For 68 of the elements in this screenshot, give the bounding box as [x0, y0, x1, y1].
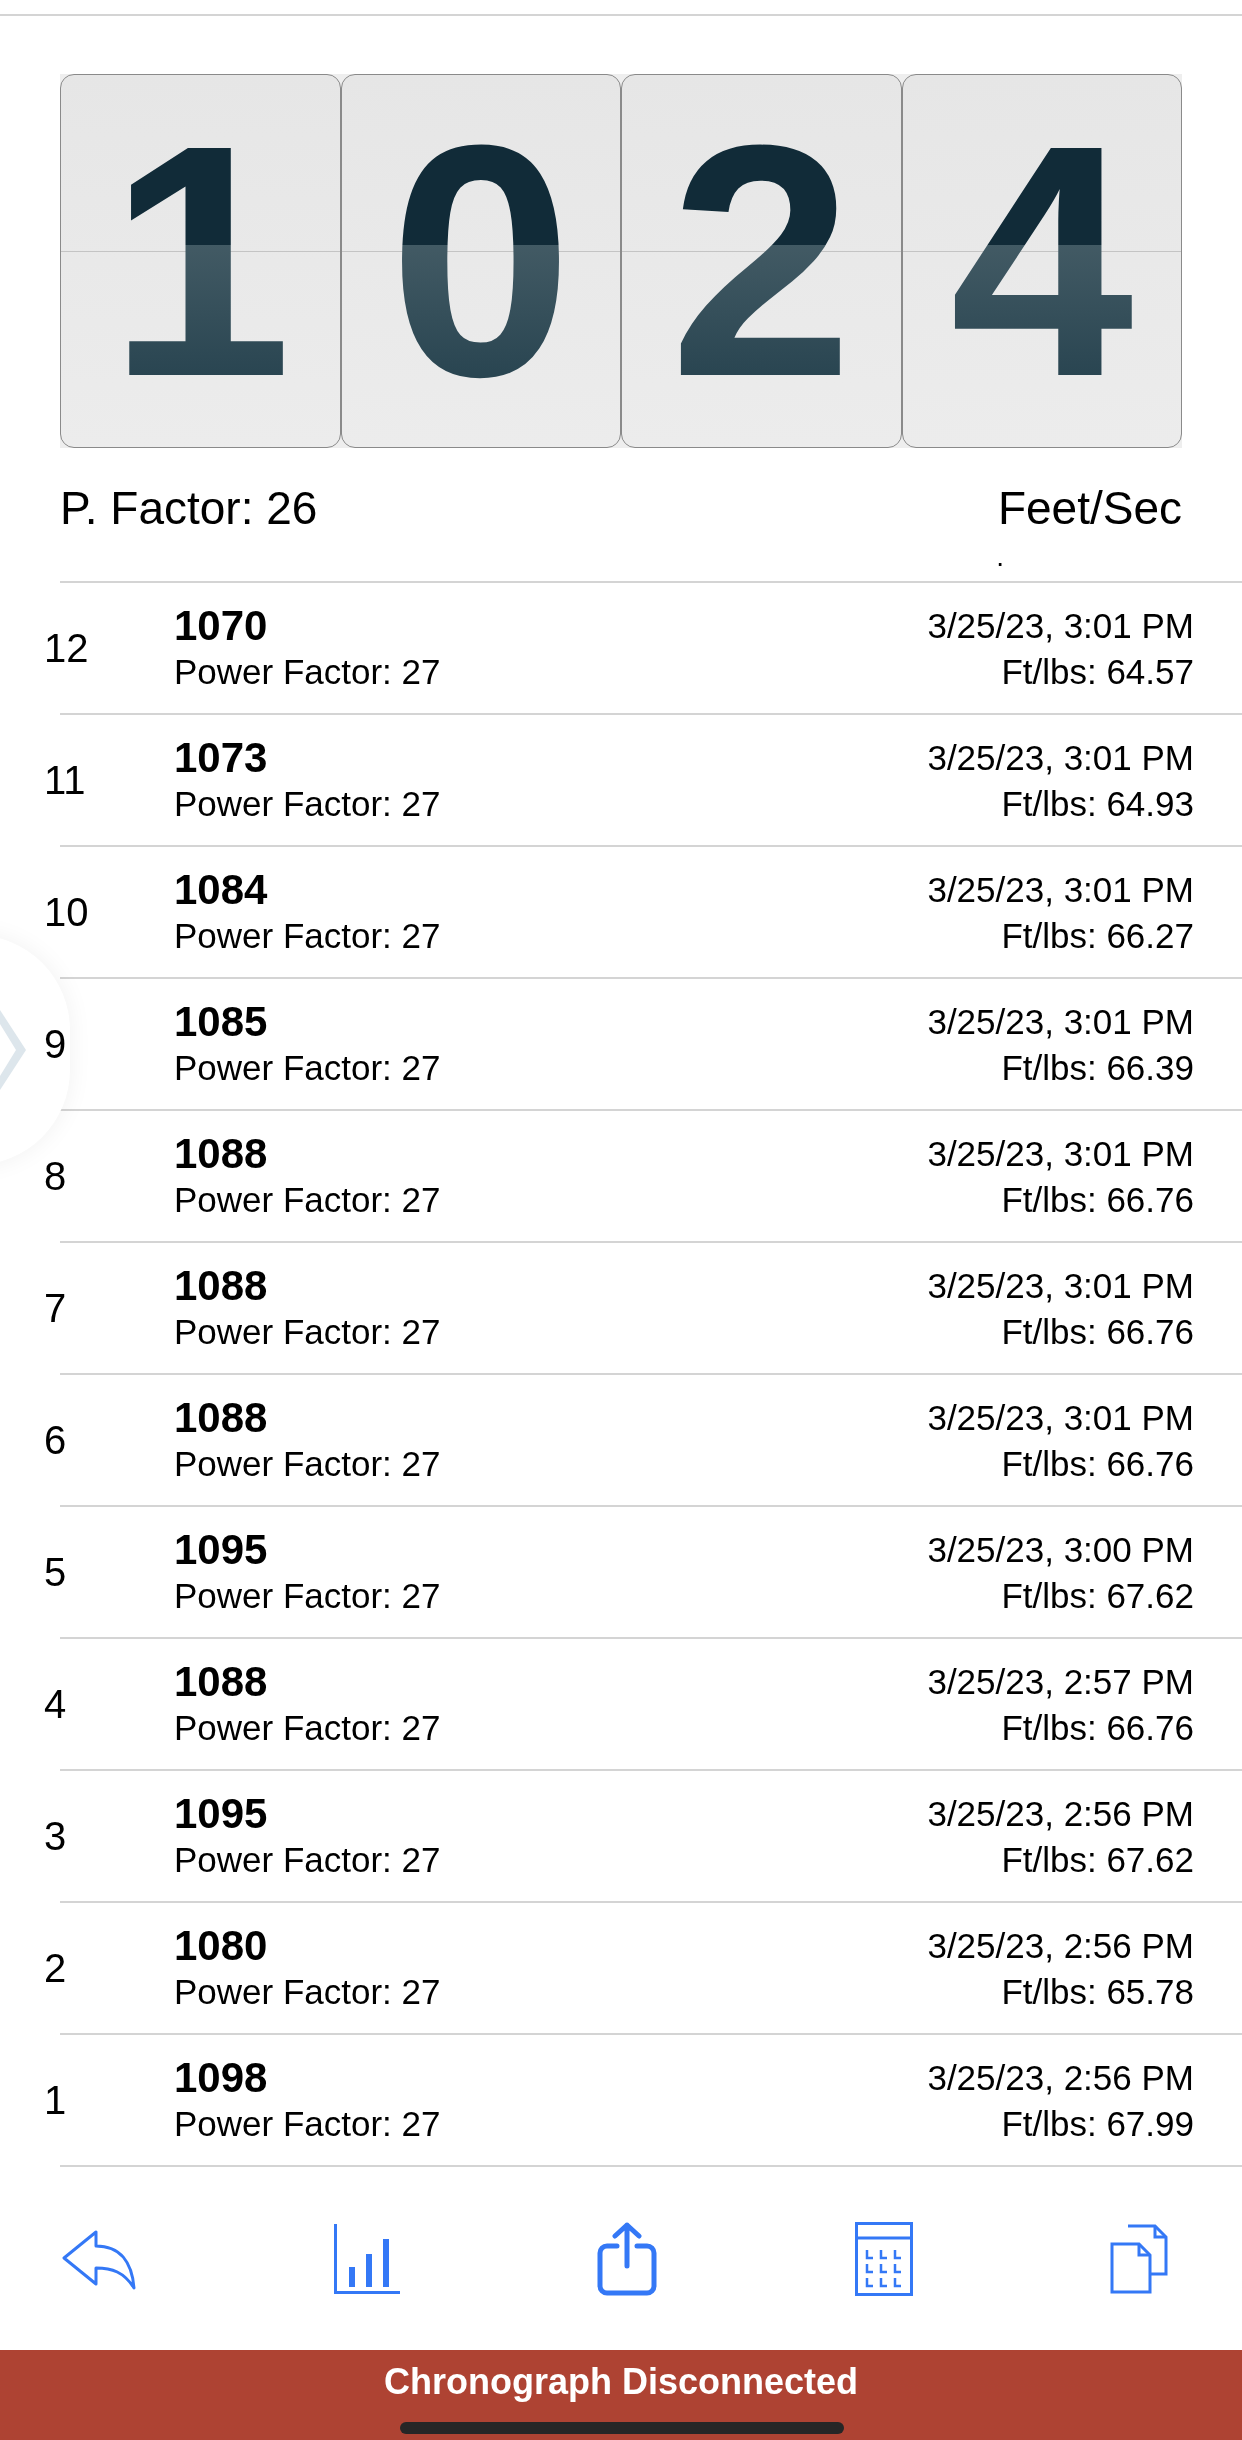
timestamp: 3/25/23, 3:00 PM — [927, 1529, 1194, 1571]
shot-number: 5 — [44, 1549, 68, 1596]
shot-number: 9 — [44, 1021, 68, 1068]
dot-mark: . — [996, 543, 1004, 574]
timestamp: 3/25/23, 2:56 PM — [927, 1925, 1194, 1967]
velocity-value: 1095 — [174, 1790, 269, 1838]
energy-text: Ft/lbs: 66.39 — [1001, 1047, 1194, 1089]
energy-text: Ft/lbs: 64.57 — [1001, 651, 1194, 693]
shot-number: 12 — [44, 625, 90, 672]
shot-number: 2 — [44, 1945, 68, 1992]
power-factor-text: Power Factor: 27 — [174, 1971, 442, 2013]
timestamp: 3/25/23, 3:01 PM — [927, 1265, 1194, 1307]
energy-text: Ft/lbs: 64.93 — [1001, 783, 1194, 825]
power-factor-text: Power Factor: 27 — [174, 651, 442, 693]
power-factor-text: Power Factor: 27 — [174, 1575, 442, 1617]
energy-text: Ft/lbs: 67.62 — [1001, 1575, 1194, 1617]
power-factor-text: Power Factor: 27 — [174, 1047, 442, 1089]
energy-text: Ft/lbs: 66.76 — [1001, 1311, 1194, 1353]
status-text: Chronograph Disconnected — [384, 2364, 858, 2400]
power-factor-text: Power Factor: 27 — [174, 2103, 442, 2145]
velocity-value: 1084 — [174, 866, 269, 914]
power-factor-text: Power Factor: 27 — [174, 1311, 442, 1353]
shot-number: 4 — [44, 1681, 68, 1728]
power-factor-label: P. Factor: 26 — [60, 481, 318, 536]
energy-text: Ft/lbs: 66.27 — [1001, 915, 1194, 957]
timestamp: 3/25/23, 3:01 PM — [927, 1133, 1194, 1175]
power-factor-text: Power Factor: 27 — [174, 1179, 442, 1221]
velocity-value: 1095 — [174, 1526, 269, 1574]
timestamp: 3/25/23, 3:01 PM — [927, 869, 1194, 911]
velocity-value: 1085 — [174, 998, 269, 1046]
timestamp: 3/25/23, 2:56 PM — [927, 2057, 1194, 2099]
bar-chart-icon[interactable] — [333, 2223, 400, 2294]
energy-text: Ft/lbs: 67.62 — [1001, 1839, 1194, 1881]
velocity-value: 1073 — [174, 734, 269, 782]
calculator-icon[interactable] — [854, 2221, 913, 2296]
velocity-value: 1088 — [174, 1130, 269, 1178]
timestamp: 3/25/23, 2:56 PM — [927, 1793, 1194, 1835]
energy-text: Ft/lbs: 67.99 — [1001, 2103, 1194, 2145]
power-factor-text: Power Factor: 27 — [174, 1839, 442, 1881]
energy-text: Ft/lbs: 66.76 — [1001, 1707, 1194, 1749]
timestamp: 3/25/23, 3:01 PM — [927, 605, 1194, 647]
shot-number: 8 — [44, 1153, 68, 1200]
power-factor-text: Power Factor: 27 — [174, 783, 442, 825]
shot-number: 7 — [44, 1285, 68, 1332]
energy-text: Ft/lbs: 66.76 — [1001, 1179, 1194, 1221]
timestamp: 3/25/23, 3:01 PM — [927, 1001, 1194, 1043]
timestamp: 3/25/23, 3:01 PM — [927, 737, 1194, 779]
energy-text: Ft/lbs: 65.78 — [1001, 1971, 1194, 2013]
shot-number: 1 — [44, 2077, 68, 2124]
velocity-value: 1088 — [174, 1262, 269, 1310]
velocity-value: 1088 — [174, 1394, 269, 1442]
shot-number: 6 — [44, 1417, 68, 1464]
velocity-value: 1070 — [174, 602, 269, 650]
velocity-value: 1088 — [174, 1658, 269, 1706]
unit-label: Feet/Sec — [997, 481, 1182, 536]
timestamp: 3/25/23, 3:01 PM — [927, 1397, 1194, 1439]
power-factor-text: Power Factor: 27 — [174, 1707, 442, 1749]
timestamp: 3/25/23, 2:57 PM — [927, 1661, 1194, 1703]
energy-text: Ft/lbs: 66.76 — [1001, 1443, 1194, 1485]
power-factor-text: Power Factor: 27 — [174, 1443, 442, 1485]
documents-icon[interactable] — [1110, 2223, 1170, 2294]
velocity-value: 1080 — [174, 1922, 269, 1970]
shot-number: 3 — [44, 1813, 68, 1860]
velocity-value: 1098 — [174, 2054, 269, 2102]
shot-number: 10 — [44, 889, 90, 936]
power-factor-text: Power Factor: 27 — [174, 915, 442, 957]
shot-number: 11 — [44, 757, 87, 804]
share-icon[interactable] — [597, 2221, 657, 2296]
